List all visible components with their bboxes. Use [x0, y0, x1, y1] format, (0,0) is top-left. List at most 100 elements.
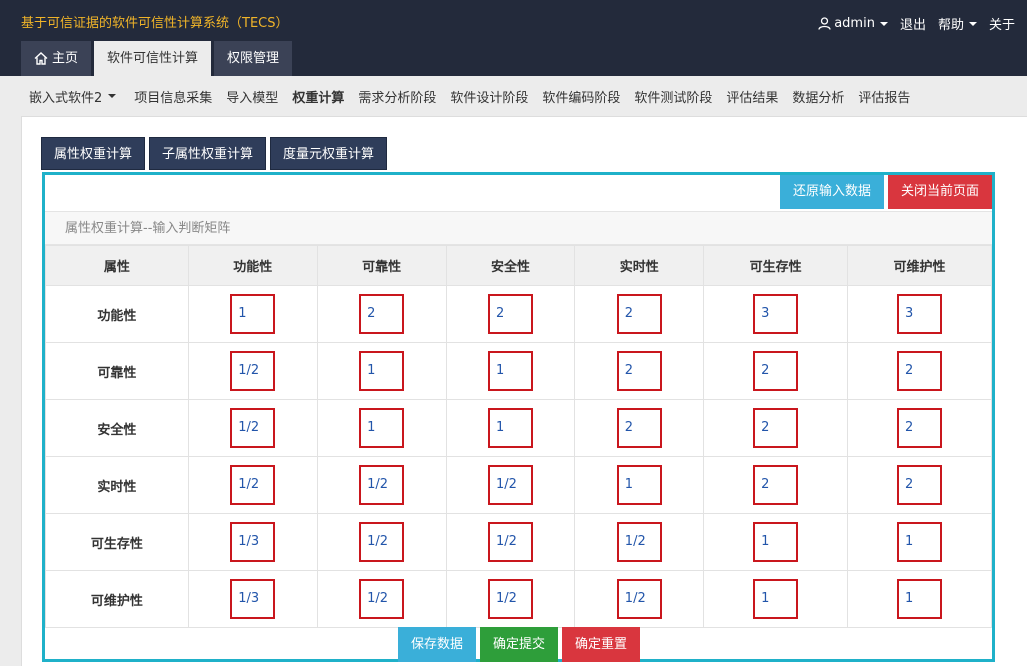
matrix-input[interactable]: 1/2 [487, 579, 533, 619]
matrix-cell: 2 [703, 342, 849, 400]
matrix-cell: 1/2 [574, 513, 705, 571]
matrix-header-row: 属性 功能性 可靠性 安全性 实时性 可生存性 可维护性 [45, 245, 992, 286]
column-header: 可维护性 [847, 245, 992, 286]
nav-report[interactable]: 评估报告 [858, 87, 910, 106]
nav-coding[interactable]: 软件编码阶段 [542, 87, 620, 106]
matrix-input[interactable]: 1/2 [487, 465, 533, 505]
nav-import-model[interactable]: 导入模型 [226, 87, 278, 106]
column-header: 功能性 [187, 245, 318, 286]
about-link[interactable]: 关于 [989, 14, 1015, 33]
table-row: 实时性 1/2 1/2 1/2 1 2 2 [45, 456, 992, 514]
tab-permissions[interactable]: 权限管理 [214, 41, 293, 76]
matrix-cell: 1 [574, 456, 705, 514]
matrix-input[interactable]: 1 [753, 522, 799, 562]
tab-subattribute-weight[interactable]: 子属性权重计算 [149, 137, 267, 170]
row-header: 实时性 [45, 456, 189, 514]
nav-requirements[interactable]: 需求分析阶段 [358, 87, 436, 106]
matrix-input[interactable]: 1/3 [230, 522, 276, 562]
save-data-button[interactable]: 保存数据 [398, 627, 477, 662]
matrix-input[interactable]: 2 [616, 408, 662, 448]
matrix-input[interactable]: 1/2 [230, 465, 276, 505]
matrix-cell: 1/3 [187, 570, 318, 628]
matrix-cell: 1 [703, 513, 849, 571]
help-menu[interactable]: 帮助 [938, 14, 977, 33]
matrix-input[interactable]: 2 [897, 465, 943, 505]
matrix-input[interactable]: 1/2 [616, 579, 662, 619]
nav-testing[interactable]: 软件测试阶段 [634, 87, 712, 106]
matrix-input[interactable]: 2 [753, 408, 799, 448]
matrix-input[interactable]: 2 [616, 351, 662, 391]
matrix-input[interactable]: 1/2 [616, 522, 662, 562]
matrix-cell: 2 [847, 456, 992, 514]
matrix-input[interactable]: 1 [753, 579, 799, 619]
matrix-input[interactable]: 1 [616, 465, 662, 505]
matrix-cell: 2 [703, 399, 849, 457]
matrix-cell: 1 [445, 399, 576, 457]
matrix-cell: 1 [847, 570, 992, 628]
matrix-input[interactable]: 1/2 [359, 522, 405, 562]
matrix-cell: 1/2 [316, 456, 447, 514]
nav-design[interactable]: 软件设计阶段 [450, 87, 528, 106]
tab-attribute-weight[interactable]: 属性权重计算 [41, 137, 146, 170]
matrix-input[interactable]: 2 [359, 294, 405, 334]
matrix-input[interactable]: 1/2 [359, 579, 405, 619]
tab-trust-calc[interactable]: 软件可信性计算 [94, 41, 212, 76]
table-row: 可维护性 1/3 1/2 1/2 1/2 1 1 [45, 570, 992, 628]
logout-link[interactable]: 退出 [900, 14, 926, 33]
matrix-input[interactable]: 1 [359, 351, 405, 391]
user-icon [818, 17, 831, 30]
home-icon [34, 52, 48, 65]
tab-metric-weight[interactable]: 度量元权重计算 [270, 137, 388, 170]
matrix-cell: 1 [445, 342, 576, 400]
matrix-input[interactable]: 2 [753, 351, 799, 391]
matrix-input[interactable]: 1 [897, 522, 943, 562]
nav-weight-calc[interactable]: 权重计算 [292, 87, 344, 106]
matrix-input[interactable]: 1 [487, 408, 533, 448]
table-row: 功能性 1 2 2 2 3 3 [45, 285, 992, 343]
tab-home[interactable]: 主页 [21, 41, 92, 76]
matrix-input[interactable]: 1 [359, 408, 405, 448]
action-bar: 还原输入数据 关闭当前页面 [779, 175, 992, 209]
matrix-input[interactable]: 1/2 [487, 522, 533, 562]
restore-input-button[interactable]: 还原输入数据 [779, 175, 884, 209]
matrix-input[interactable]: 2 [897, 351, 943, 391]
matrix-input[interactable]: 1/2 [359, 465, 405, 505]
reset-button[interactable]: 确定重置 [562, 627, 641, 662]
table-row: 可靠性 1/2 1 1 2 2 2 [45, 342, 992, 400]
matrix-cell: 1/2 [187, 399, 318, 457]
matrix-caption: 属性权重计算--输入判断矩阵 [45, 211, 992, 245]
tab-label: 主页 [52, 51, 79, 66]
judgment-matrix: 属性 功能性 可靠性 安全性 实时性 可生存性 可维护性 功能性 1 2 2 2… [45, 245, 992, 628]
matrix-input[interactable]: 1/2 [230, 408, 276, 448]
main-panel: 属性权重计算 子属性权重计算 度量元权重计算 还原输入数据 关闭当前页面 属性权… [21, 116, 1027, 666]
matrix-input[interactable]: 1 [487, 351, 533, 391]
matrix-input[interactable]: 1 [897, 579, 943, 619]
matrix-cell: 2 [847, 342, 992, 400]
chevron-down-icon [108, 94, 117, 98]
nav-data-analysis[interactable]: 数据分析 [792, 87, 844, 106]
user-menu[interactable]: admin [818, 16, 888, 31]
table-row: 可生存性 1/3 1/2 1/2 1/2 1 1 [45, 513, 992, 571]
matrix-input[interactable]: 3 [753, 294, 799, 334]
matrix-input[interactable]: 2 [897, 408, 943, 448]
top-header: 基于可信证据的软件可信性计算系统（TECS） admin 退出 帮助 关于 主页… [0, 0, 1027, 76]
matrix-input[interactable]: 2 [487, 294, 533, 334]
nav-results[interactable]: 评估结果 [726, 87, 778, 106]
row-header: 安全性 [45, 399, 189, 457]
matrix-input[interactable]: 3 [897, 294, 943, 334]
corner-header: 属性 [45, 245, 189, 286]
submit-button[interactable]: 确定提交 [480, 627, 559, 662]
matrix-cell: 2 [574, 342, 705, 400]
nav-project-info[interactable]: 项目信息采集 [134, 87, 212, 106]
help-label: 帮助 [937, 18, 964, 33]
matrix-input[interactable]: 1/3 [230, 579, 276, 619]
close-page-button[interactable]: 关闭当前页面 [887, 175, 992, 209]
matrix-input[interactable]: 2 [753, 465, 799, 505]
matrix-input[interactable]: 1/2 [230, 351, 276, 391]
column-header: 安全性 [445, 245, 576, 286]
matrix-input[interactable]: 2 [616, 294, 662, 334]
project-dropdown[interactable]: 嵌入式软件2 [29, 87, 117, 106]
chevron-down-icon [879, 21, 888, 26]
matrix-input[interactable]: 1 [230, 294, 276, 334]
bottom-actions: 保存数据 确定提交 确定重置 [398, 627, 644, 662]
